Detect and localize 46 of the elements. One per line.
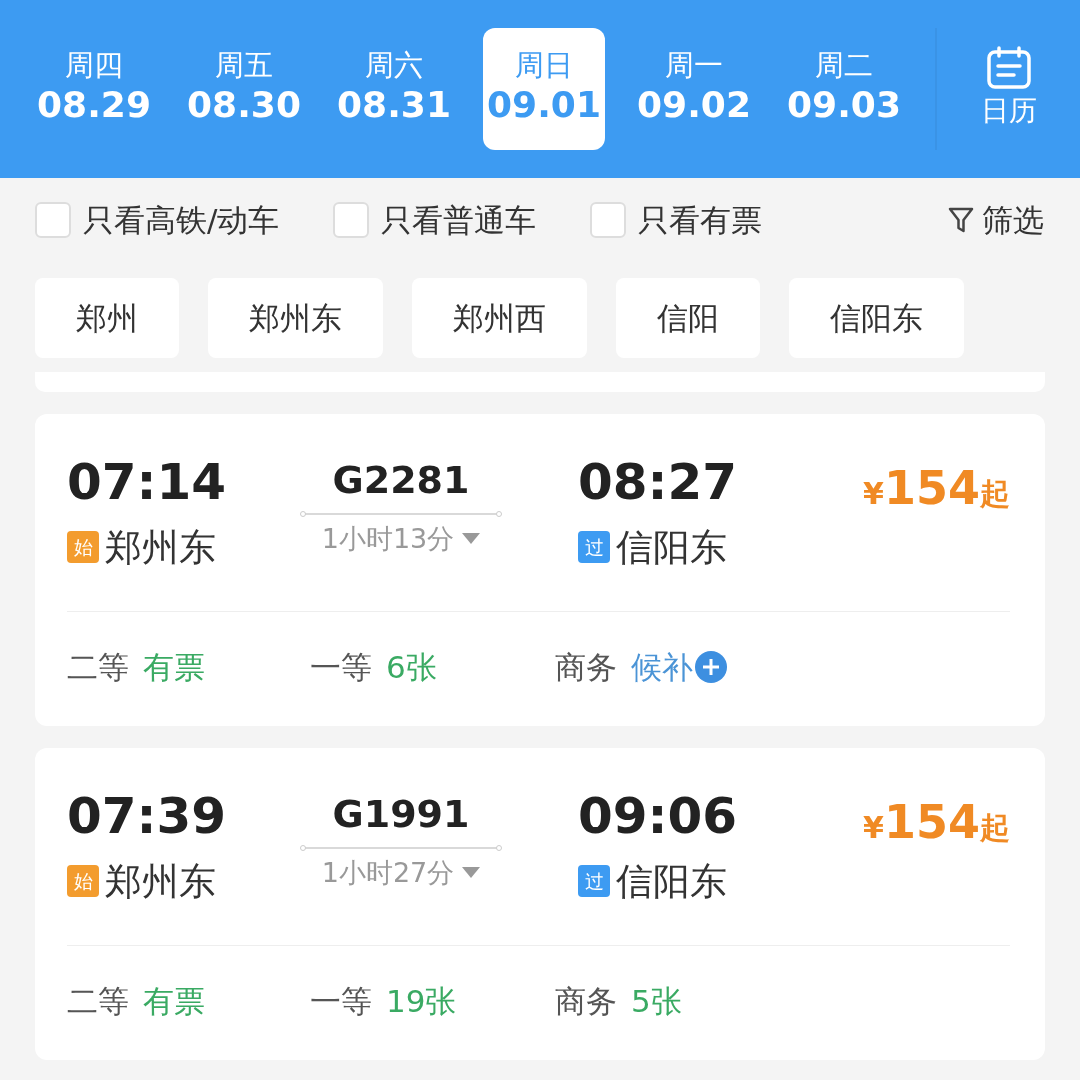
seat-class: 一等 xyxy=(310,647,372,687)
seat-status: 有票 xyxy=(143,647,205,687)
seat-class: 商务 xyxy=(555,981,617,1021)
arrival-station: 信阳东 xyxy=(616,858,727,905)
calendar-icon[interactable] xyxy=(985,46,1032,90)
station-chip[interactable]: 信阳东 xyxy=(789,278,964,358)
departure-station: 郑州东 xyxy=(105,858,216,905)
caret-icon[interactable] xyxy=(462,867,481,880)
checkbox-label[interactable]: 只看普通车 xyxy=(381,196,537,244)
checkbox[interactable] xyxy=(590,202,627,238)
station-chip[interactable]: 郑州东 xyxy=(208,278,383,358)
seat-status: 5张 xyxy=(631,981,682,1021)
departure-time: 07:14 xyxy=(67,454,228,512)
filter-button[interactable]: 筛选 xyxy=(947,195,1045,245)
station-chip[interactable]: 郑州 xyxy=(35,278,179,358)
origin-tag: 始 xyxy=(67,531,99,564)
price: ¥154起 xyxy=(863,460,1010,517)
departure-time: 07:39 xyxy=(67,788,228,846)
departure-station: 郑州东 xyxy=(105,524,216,571)
arrival-time: 08:27 xyxy=(578,454,739,512)
checkbox-label[interactable]: 只看高铁/动车 xyxy=(83,196,280,244)
filter-icon xyxy=(948,206,974,234)
seat-class: 商务 xyxy=(555,647,617,687)
caret-icon[interactable] xyxy=(462,533,481,546)
arrival-time: 09:06 xyxy=(578,788,739,846)
arrival-station: 信阳东 xyxy=(616,524,727,571)
seat-status: 19张 xyxy=(386,981,457,1021)
train-card[interactable]: 07:14 始 郑州东 G2281 1小时13分 08:27 过 信阳东 ¥154起 二等 有票 一等 6张 商务 候补 xyxy=(35,414,1045,726)
checkbox[interactable] xyxy=(333,202,370,238)
seat-status: 有票 xyxy=(143,981,205,1021)
checkbox-label[interactable]: 只看有票 xyxy=(638,196,763,244)
pass-tag: 过 xyxy=(578,865,610,898)
station-chip[interactable]: 信阳 xyxy=(616,278,760,358)
origin-tag: 始 xyxy=(67,865,99,898)
train-card[interactable]: 07:39 始 郑州东 G1991 1小时27分 09:06 过 信阳东 ¥154起 二等 有票 一等 19张 商务 5张 xyxy=(35,748,1045,1060)
train-number: G2281 xyxy=(331,457,471,504)
seat-status: 6张 xyxy=(386,647,437,687)
seat-class: 一等 xyxy=(310,981,372,1021)
seat-class: 二等 xyxy=(67,981,129,1021)
train-number: G1991 xyxy=(331,791,471,838)
price: ¥154起 xyxy=(863,794,1010,851)
plus-icon[interactable] xyxy=(695,651,727,683)
pass-tag: 过 xyxy=(578,531,610,564)
checkbox[interactable] xyxy=(35,202,71,238)
seat-class: 二等 xyxy=(67,647,129,687)
station-chip[interactable]: 郑州西 xyxy=(412,278,587,358)
